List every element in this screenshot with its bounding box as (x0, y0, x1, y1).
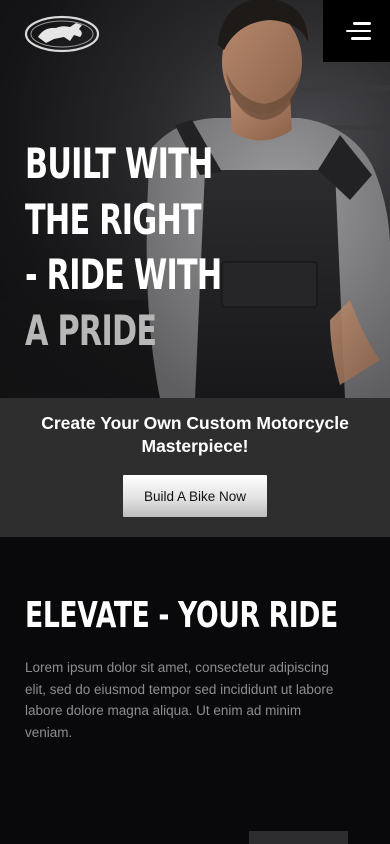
horse-emblem-icon[interactable] (24, 15, 100, 53)
headline-line: - RIDE WITH (25, 250, 222, 299)
build-bike-button[interactable]: Build A Bike Now (123, 475, 267, 517)
cta-band: Create Your Own Custom Motorcycle Master… (0, 398, 390, 537)
cta-text: Create Your Own Custom Motorcycle Master… (41, 413, 349, 456)
menu-line-icon (351, 37, 371, 40)
headline-line: BUILT WITH (25, 139, 213, 188)
hero-headline: BUILT WITH THE RIGHT - RIDE WITH A PRIDE (25, 136, 222, 358)
partial-button-block[interactable] (249, 831, 348, 844)
menu-line-icon (346, 29, 371, 33)
headline-line: A PRIDE (25, 305, 157, 355)
section-body: Lorem ipsum dolor sit amet, consectetur … (25, 660, 334, 740)
menu-line-icon (353, 22, 371, 25)
headline-line: THE RIGHT (25, 194, 202, 244)
elevate-section: ELEVATE - YOUR RIDE Lorem ipsum dolor si… (0, 537, 390, 844)
hero-section: BUILT WITH THE RIGHT - RIDE WITH A PRIDE (0, 0, 390, 398)
hamburger-menu-button[interactable] (323, 0, 390, 62)
section-title: ELEVATE - YOUR RIDE (25, 595, 338, 636)
